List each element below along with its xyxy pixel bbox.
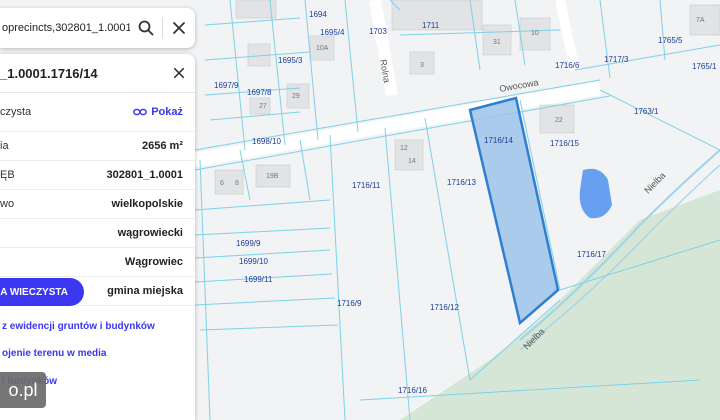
land-register-row: czysta Pokaż: [0, 93, 195, 132]
municipality-row: Wągrowiec: [0, 248, 195, 277]
search-input[interactable]: oprecincts,302801_1.0001: [0, 22, 130, 34]
parcel-label-1716-16: 1716/16: [398, 386, 427, 395]
search-button[interactable]: [130, 12, 162, 44]
search-icon: [138, 20, 154, 36]
land-register-label: czysta: [0, 106, 32, 118]
parcel-label-1699-9: 1699/9: [236, 239, 261, 248]
parcel-label-1716-12: 1716/12: [430, 303, 459, 312]
teryt-value: 302801_1.0001: [106, 169, 183, 181]
building-number: 27: [259, 103, 267, 110]
parcel-label-1716-15: 1716/15: [550, 139, 579, 148]
building-number: 29: [292, 93, 300, 100]
area-value: 2656 m²: [142, 140, 183, 152]
teryt-row: ĘB 302801_1.0001: [0, 161, 195, 190]
panel-header: _1.0001.1716/14: [0, 54, 195, 93]
watermark-logo: o.pl: [0, 372, 46, 408]
utilities-link[interactable]: ojenie terenu w media: [2, 348, 106, 359]
parcel-label-1765-5: 1765/5: [658, 36, 683, 45]
building-number: 10: [531, 30, 539, 37]
building-number: 31: [493, 39, 501, 46]
parcel-label-1717-3: 1717/3: [604, 55, 629, 64]
voivodeship-label: wo: [0, 198, 15, 210]
land-register-show-link[interactable]: Pokaż: [133, 106, 183, 118]
land-records-extract-link[interactable]: z ewidencji gruntów i budynków: [2, 321, 155, 332]
close-icon: [173, 67, 185, 79]
parcel-label-1699-10: 1699/10: [239, 257, 268, 266]
parcel-label-1763-1: 1763/1: [634, 107, 659, 116]
parcel-label-1716-14: 1716/14: [484, 136, 513, 145]
building-number: 14: [408, 158, 416, 165]
county-row: wągrowiecki: [0, 219, 195, 248]
teryt-label: ĘB: [0, 169, 15, 181]
link-icon: [133, 108, 148, 116]
parcel-label-1697-8: 1697/8: [247, 88, 272, 97]
area-row: ia 2656 m²: [0, 132, 195, 161]
building-number: 12: [400, 145, 408, 152]
building-number: 19B: [266, 173, 279, 180]
parcel-label-1695-3: 1695/3: [278, 56, 303, 65]
parcel-label-1699-11: 1699/11: [244, 275, 273, 284]
building: [689, 4, 720, 36]
parcel-label-1765-1: 1765/1: [692, 62, 717, 71]
county-value: wągrowiecki: [117, 227, 183, 239]
clear-search-button[interactable]: [163, 12, 195, 44]
parcel-label-1703: 1703: [369, 27, 387, 36]
voivodeship-value: wielkopolskie: [111, 198, 183, 210]
building-number: 6: [220, 180, 224, 187]
building-number: 10A: [316, 45, 329, 52]
parcel-label-1716-6: 1716/6: [555, 61, 580, 70]
municipality-value: Wągrowiec: [124, 256, 183, 268]
voivodeship-row: wo wielkopolskie: [0, 190, 195, 219]
close-icon: [173, 22, 185, 34]
building-number: 7A: [696, 17, 705, 24]
municipality-type-value: gmina miejska: [107, 285, 183, 297]
parcel-details-panel: _1.0001.1716/14 czysta Pokaż ia 2656 m² …: [0, 54, 195, 420]
parcel-label-1697-9: 1697/9: [214, 81, 239, 90]
parcel-title: _1.0001.1716/14: [0, 65, 98, 81]
parcel-label-1711: 1711: [422, 21, 440, 30]
search-bar: oprecincts,302801_1.0001: [0, 8, 195, 48]
parcel-label-1695-4: 1695/4: [320, 28, 345, 37]
land-register-button[interactable]: GA WIECZYSTA: [0, 278, 84, 306]
parcel-label-1716-13: 1716/13: [447, 178, 476, 187]
close-panel-button[interactable]: [163, 57, 195, 89]
parcel-label-1716-11: 1716/11: [352, 181, 381, 190]
parcel-label-1716-17: 1716/17: [577, 250, 606, 259]
building-number: 22: [555, 117, 563, 124]
building-number: 8: [235, 180, 239, 187]
show-link-label: Pokaż: [151, 106, 183, 118]
parcel-label-1698-10: 1698/10: [252, 137, 281, 146]
parcel-label-1716-9: 1716/9: [337, 299, 362, 308]
area-label: ia: [0, 140, 9, 152]
parcel-label-1694: 1694: [309, 10, 327, 19]
building-number: 3: [420, 62, 424, 69]
